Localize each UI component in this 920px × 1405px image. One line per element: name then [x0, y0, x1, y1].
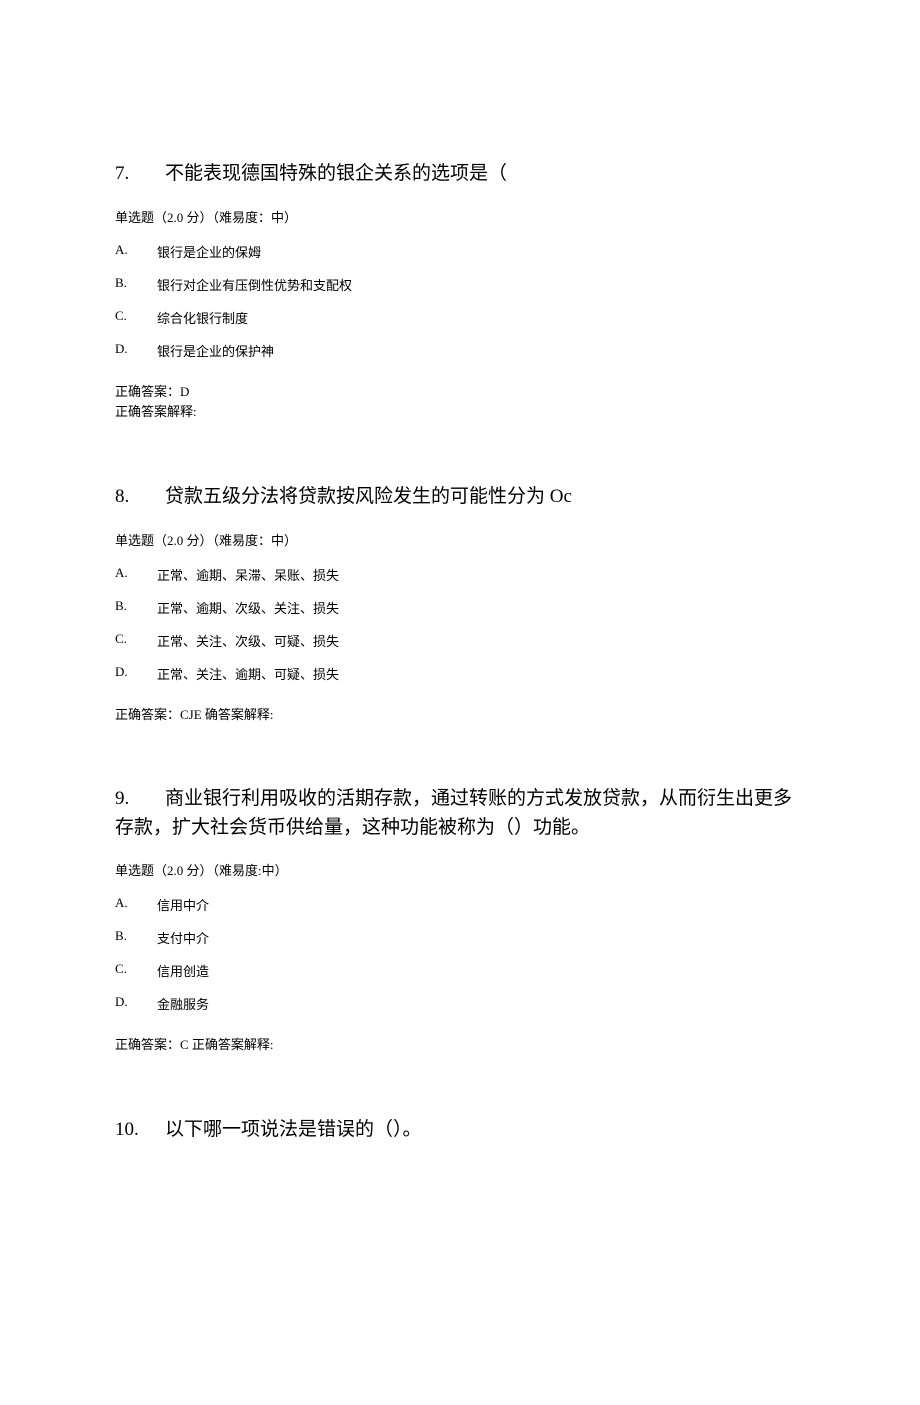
option-text: 银行对企业有压倒性优势和支配权	[157, 275, 352, 294]
question-number: 9.	[115, 785, 165, 814]
option-row: C.信用创造	[115, 961, 805, 980]
question-block: 9.商业银行利用吸收的活期存款，通过转账的方式发放贷款，从而衍生出更多存款，扩大…	[115, 785, 805, 1056]
option-text: 支付中介	[157, 928, 209, 947]
answer-block: 正确答案：CJE 确答案解释:	[115, 705, 805, 726]
question-meta: 单选题（2.0 分）（难易度：中）	[115, 207, 805, 226]
question-number: 10.	[115, 1116, 165, 1145]
option-text: 信用创造	[157, 961, 209, 980]
question-title: 10.以下哪一项说法是错误的（）。	[115, 1116, 805, 1145]
option-letter: C.	[115, 308, 157, 327]
option-letter: C.	[115, 631, 157, 650]
option-list: A.正常、逾期、呆滞、呆账、损失 B.正常、逾期、次级、关注、损失 C.正常、关…	[115, 565, 805, 683]
option-row: A.银行是企业的保姆	[115, 242, 805, 261]
option-letter: C.	[115, 961, 157, 980]
answer-line: 正确答案：CJE 确答案解释:	[115, 705, 805, 726]
option-row: D.金融服务	[115, 994, 805, 1013]
option-letter: B.	[115, 928, 157, 947]
option-row: B.银行对企业有压倒性优势和支配权	[115, 275, 805, 294]
question-block: 8.贷款五级分法将贷款按风险发生的可能性分为 Oc 单选题（2.0 分）（难易度…	[115, 483, 805, 725]
question-text: 商业银行利用吸收的活期存款，通过转账的方式发放贷款，从而衍生出更多存款，扩大社会…	[115, 788, 792, 838]
question-title: 9.商业银行利用吸收的活期存款，通过转账的方式发放贷款，从而衍生出更多存款，扩大…	[115, 785, 805, 842]
question-title: 8.贷款五级分法将贷款按风险发生的可能性分为 Oc	[115, 483, 805, 512]
answer-line: 正确答案：C 正确答案解释:	[115, 1035, 805, 1056]
option-list: A.信用中介 B.支付中介 C.信用创造 D.金融服务	[115, 895, 805, 1013]
question-text: 不能表现德国特殊的银企关系的选项是（	[165, 163, 507, 184]
option-letter: A.	[115, 565, 157, 584]
question-number: 7.	[115, 160, 165, 189]
question-block: 7.不能表现德国特殊的银企关系的选项是（ 单选题（2.0 分）（难易度：中） A…	[115, 160, 805, 423]
question-block: 10.以下哪一项说法是错误的（）。	[115, 1116, 805, 1145]
option-text: 银行是企业的保护神	[157, 341, 274, 360]
question-number: 8.	[115, 483, 165, 512]
answer-block: 正确答案：D 正确答案解释:	[115, 382, 805, 424]
option-letter: D.	[115, 664, 157, 683]
answer-line: 正确答案：D	[115, 382, 805, 403]
option-text: 正常、逾期、次级、关注、损失	[157, 598, 339, 617]
question-text: 贷款五级分法将贷款按风险发生的可能性分为 Oc	[165, 486, 572, 507]
document-page: 7.不能表现德国特殊的银企关系的选项是（ 单选题（2.0 分）（难易度：中） A…	[0, 0, 920, 1405]
option-text: 银行是企业的保姆	[157, 242, 261, 261]
question-title: 7.不能表现德国特殊的银企关系的选项是（	[115, 160, 805, 189]
option-row: B.正常、逾期、次级、关注、损失	[115, 598, 805, 617]
question-meta: 单选题（2.0 分）（难易度：中）	[115, 530, 805, 549]
option-row: A.正常、逾期、呆滞、呆账、损失	[115, 565, 805, 584]
option-letter: B.	[115, 598, 157, 617]
option-text: 综合化银行制度	[157, 308, 248, 327]
option-row: C.正常、关注、次级、可疑、损失	[115, 631, 805, 650]
question-text: 以下哪一项说法是错误的（）。	[165, 1119, 422, 1140]
option-row: C.综合化银行制度	[115, 308, 805, 327]
option-list: A.银行是企业的保姆 B.银行对企业有压倒性优势和支配权 C.综合化银行制度 D…	[115, 242, 805, 360]
option-text: 金融服务	[157, 994, 209, 1013]
option-letter: D.	[115, 994, 157, 1013]
option-text: 正常、关注、次级、可疑、损失	[157, 631, 339, 650]
answer-block: 正确答案：C 正确答案解释:	[115, 1035, 805, 1056]
option-row: B.支付中介	[115, 928, 805, 947]
answer-explain: 正确答案解释:	[115, 402, 805, 423]
option-letter: A.	[115, 242, 157, 261]
question-meta: 单选题（2.0 分）（难易度:中）	[115, 860, 805, 879]
option-text: 正常、逾期、呆滞、呆账、损失	[157, 565, 339, 584]
option-letter: A.	[115, 895, 157, 914]
option-text: 信用中介	[157, 895, 209, 914]
option-letter: B.	[115, 275, 157, 294]
option-letter: D.	[115, 341, 157, 360]
option-row: D.正常、关注、逾期、可疑、损失	[115, 664, 805, 683]
option-text: 正常、关注、逾期、可疑、损失	[157, 664, 339, 683]
option-row: D.银行是企业的保护神	[115, 341, 805, 360]
option-row: A.信用中介	[115, 895, 805, 914]
